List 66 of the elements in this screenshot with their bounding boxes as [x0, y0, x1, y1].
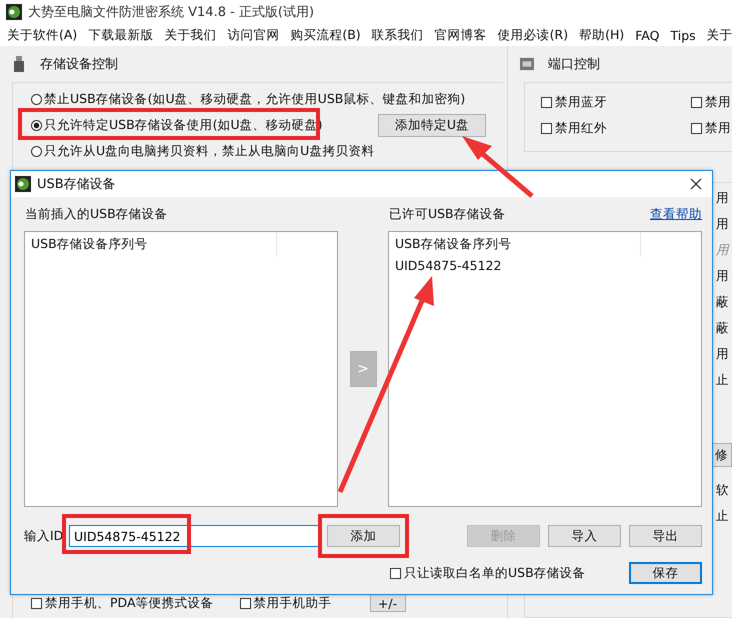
id-input-field[interactable]: UID54875-45122 [69, 525, 319, 547]
option-label: 用 [716, 215, 729, 233]
checkbox-label: 禁用 [705, 120, 731, 136]
option-label: 止 [716, 507, 729, 525]
help-link[interactable]: 查看帮助 [650, 197, 702, 231]
radio-button[interactable] [31, 146, 42, 156]
checkbox-label: 禁用 [705, 94, 731, 110]
menu-item[interactable]: 下载最新版 [88, 26, 154, 44]
panel-title: 端口控制 [548, 56, 600, 73]
input-label: 输入ID [24, 528, 64, 544]
checkbox[interactable] [691, 96, 702, 108]
usb-drive-icon [12, 56, 26, 72]
menu-item[interactable]: 联系我们 [372, 26, 424, 44]
option-label: 蔽 [716, 319, 729, 337]
add-specific-drive-button[interactable]: 添加特定U盘 [378, 114, 486, 136]
window-title: 大势至电脑文件防泄密系统 V14.8 - 正式版(试用) [28, 4, 314, 21]
option-label: 用 [716, 345, 729, 363]
option-label: 用 [716, 241, 729, 259]
app-logo-icon [6, 4, 22, 20]
list-row[interactable]: UID54875-45122 [388, 256, 702, 276]
dialog-title: USB存储设备 [37, 176, 116, 193]
option-label: 用 [716, 189, 729, 207]
option-label: 用 [716, 267, 729, 285]
menu-item[interactable]: 关于 [706, 26, 732, 44]
panel-title: 存储设备控制 [40, 56, 118, 73]
option-label: 蔽 [716, 293, 729, 311]
column-header[interactable]: USB存储设备序列号 [31, 236, 148, 252]
checkbox-label: 禁用蓝牙 [555, 94, 607, 110]
checkbox-label: 禁用手机、PDA等便携式设备 [45, 594, 214, 612]
list-label: 已许可USB存储设备 [388, 205, 506, 223]
menu-item[interactable]: 帮助(H) [579, 26, 624, 44]
action-button[interactable]: 导入 [548, 525, 621, 547]
app-logo-icon [15, 176, 31, 192]
list-label: 当前插入的USB存储设备 [24, 205, 169, 223]
close-icon[interactable] [690, 178, 702, 190]
column-header[interactable]: USB存储设备序列号 [394, 236, 512, 252]
checkbox[interactable] [541, 96, 552, 108]
menu-item[interactable]: 购买流程(B) [290, 26, 361, 44]
option-label: 软 [716, 481, 729, 499]
edit-button[interactable]: 修 [712, 443, 732, 467]
checkbox-label: 禁用手机助手 [254, 594, 332, 612]
checkbox[interactable] [31, 598, 42, 608]
checkbox-label: 只让读取白名单的USB存储设备 [404, 564, 586, 582]
menu-item[interactable]: FAQ [635, 28, 660, 42]
annotation-arrow [462, 136, 534, 198]
checkbox[interactable] [541, 122, 552, 134]
checkbox-label: 禁用红外 [555, 120, 607, 136]
menu-item[interactable]: Tips [670, 28, 696, 42]
menu-item[interactable]: 关于我们 [164, 26, 216, 44]
menu-item[interactable]: 关于软件(A) [7, 26, 78, 44]
radio-label: 只允许从U盘向电脑拷贝资料，禁止从电脑向U盘拷贝资料 [44, 142, 374, 160]
toggle-button[interactable]: +/- [370, 594, 406, 612]
port-icon [520, 56, 534, 72]
add-button[interactable]: 添加 [327, 525, 400, 547]
menu-item[interactable]: 官网博客 [434, 26, 487, 44]
action-button[interactable]: 导出 [629, 525, 702, 547]
checkbox[interactable] [240, 598, 250, 608]
checkbox[interactable] [390, 568, 401, 578]
save-button[interactable]: 保存 [629, 562, 702, 584]
radio-button[interactable] [31, 94, 42, 104]
radio-label: 禁止USB存储设备(如U盘、移动硬盘，允许使用USB鼠标、键盘和加密狗) [44, 90, 466, 108]
menu-item[interactable]: 使用必读(R) [498, 26, 568, 44]
radio-button[interactable] [31, 120, 42, 130]
option-label: 止 [716, 371, 729, 389]
checkbox[interactable] [691, 122, 702, 134]
menu-item[interactable]: 访问官网 [227, 26, 280, 44]
